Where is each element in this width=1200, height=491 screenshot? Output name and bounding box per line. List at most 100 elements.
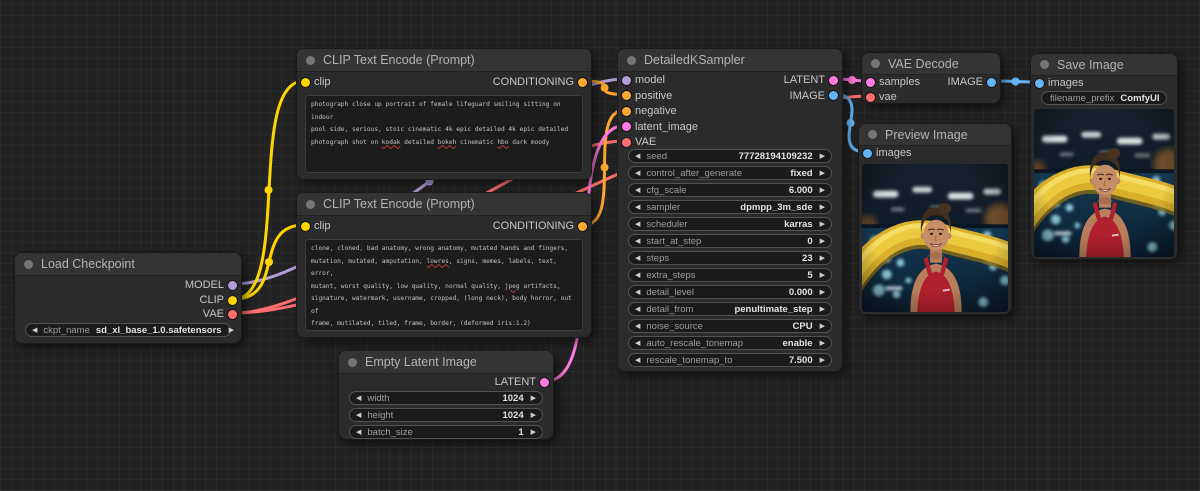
detail-level-widget[interactable]: ◀detail_level0.000▶ xyxy=(628,285,832,299)
node-header[interactable]: DetailedKSampler xyxy=(618,49,842,72)
port-clip-input[interactable] xyxy=(301,222,310,231)
node-header[interactable]: CLIP Text Encode (Prompt) xyxy=(297,193,591,216)
collapse-dot-icon[interactable] xyxy=(306,56,315,65)
node-header[interactable]: CLIP Text Encode (Prompt) xyxy=(297,49,591,72)
filename-prefix-widget[interactable]: filename_prefix ComfyUI xyxy=(1041,91,1167,105)
port-images-input[interactable] xyxy=(1035,79,1044,88)
decrement-arrow-icon[interactable]: ◀ xyxy=(635,238,640,245)
port-image-output[interactable] xyxy=(987,78,996,87)
port-images-input[interactable] xyxy=(863,149,872,158)
node-header[interactable]: VAE Decode xyxy=(862,53,1000,75)
increment-arrow-icon[interactable]: ▶ xyxy=(229,327,234,334)
node-header[interactable]: Preview Image xyxy=(859,124,1011,146)
port-positive-input[interactable] xyxy=(622,91,631,100)
decrement-arrow-icon[interactable]: ◀ xyxy=(635,221,640,228)
increment-arrow-icon[interactable]: ▶ xyxy=(820,323,825,330)
port-image-output[interactable] xyxy=(829,91,838,100)
port-label-vae: VAE xyxy=(203,308,224,320)
decrement-arrow-icon[interactable]: ◀ xyxy=(635,272,640,279)
decrement-arrow-icon[interactable]: ◀ xyxy=(356,429,361,436)
decrement-arrow-icon[interactable]: ◀ xyxy=(635,323,640,330)
decrement-arrow-icon[interactable]: ◀ xyxy=(635,153,640,160)
ckpt-name-widget[interactable]: ◀ ckpt_name sd_xl_base_1.0.safetensors ▶ xyxy=(25,323,231,337)
increment-arrow-icon[interactable]: ▶ xyxy=(820,357,825,364)
increment-arrow-icon[interactable]: ▶ xyxy=(820,289,825,296)
collapse-dot-icon[interactable] xyxy=(627,56,636,65)
port-model-input[interactable] xyxy=(622,76,631,85)
node-detailed-ksampler[interactable]: DetailedKSampler model LATENT positive I… xyxy=(617,48,843,372)
port-latent-output[interactable] xyxy=(829,76,838,85)
collapse-dot-icon[interactable] xyxy=(868,130,877,139)
increment-arrow-icon[interactable]: ▶ xyxy=(820,306,825,313)
negative-prompt-textarea[interactable]: clone, cloned, bad anatomy, wrong anatom… xyxy=(305,239,583,331)
noise-source-widget[interactable]: ◀noise_sourceCPU▶ xyxy=(628,319,832,333)
increment-arrow-icon[interactable]: ▶ xyxy=(820,340,825,347)
port-negative-input[interactable] xyxy=(622,107,631,116)
increment-arrow-icon[interactable]: ▶ xyxy=(531,412,536,419)
port-latent-output[interactable] xyxy=(540,378,549,387)
node-graph-canvas[interactable]: Load Checkpoint MODEL CLIP VAE ◀ ckpt_na… xyxy=(0,0,1200,491)
prompt-textarea[interactable]: photograph close up portrait of female l… xyxy=(305,95,583,173)
increment-arrow-icon[interactable]: ▶ xyxy=(820,221,825,228)
steps-widget[interactable]: ◀steps23▶ xyxy=(628,251,832,265)
collapse-dot-icon[interactable] xyxy=(306,200,315,209)
node-header[interactable]: Save Image xyxy=(1031,54,1177,76)
port-clip-input[interactable] xyxy=(301,78,310,87)
collapse-dot-icon[interactable] xyxy=(871,59,880,68)
width-widget[interactable]: ◀ width 1024 ▶ xyxy=(349,391,543,405)
auto-rescale-tonemap-widget[interactable]: ◀auto_rescale_tonemapenable▶ xyxy=(628,336,832,350)
increment-arrow-icon[interactable]: ▶ xyxy=(531,429,536,436)
node-clip-text-encode-negative[interactable]: CLIP Text Encode (Prompt) clip CONDITION… xyxy=(296,192,592,338)
decrement-arrow-icon[interactable]: ◀ xyxy=(635,187,640,194)
collapse-dot-icon[interactable] xyxy=(1040,60,1049,69)
port-vae-input[interactable] xyxy=(866,93,875,102)
node-preview-image[interactable]: Preview Image images xyxy=(858,123,1012,315)
increment-arrow-icon[interactable]: ▶ xyxy=(531,395,536,402)
sampler-widget[interactable]: ◀samplerdpmpp_3m_sde▶ xyxy=(628,200,832,214)
node-load-checkpoint[interactable]: Load Checkpoint MODEL CLIP VAE ◀ ckpt_na… xyxy=(14,252,242,344)
port-vae-input[interactable] xyxy=(622,138,631,147)
decrement-arrow-icon[interactable]: ◀ xyxy=(635,357,640,364)
increment-arrow-icon[interactable]: ▶ xyxy=(820,204,825,211)
scheduler-widget[interactable]: ◀schedulerkarras▶ xyxy=(628,217,832,231)
decrement-arrow-icon[interactable]: ◀ xyxy=(635,204,640,211)
increment-arrow-icon[interactable]: ▶ xyxy=(820,187,825,194)
seed-widget[interactable]: ◀seed77728194109232▶ xyxy=(628,149,832,163)
rescale-tonemap-to-widget[interactable]: ◀rescale_tonemap_to7.500▶ xyxy=(628,353,832,367)
port-conditioning-output[interactable] xyxy=(578,78,587,87)
decrement-arrow-icon[interactable]: ◀ xyxy=(635,306,640,313)
port-samples-input[interactable] xyxy=(866,78,875,87)
decrement-arrow-icon[interactable]: ◀ xyxy=(635,255,640,262)
extra-steps-widget[interactable]: ◀extra_steps5▶ xyxy=(628,268,832,282)
port-conditioning-output[interactable] xyxy=(578,222,587,231)
decrement-arrow-icon[interactable]: ◀ xyxy=(356,395,361,402)
node-save-image[interactable]: Save Image images filename_prefix ComfyU… xyxy=(1030,53,1178,260)
port-vae-output[interactable] xyxy=(228,310,237,319)
cfg-scale-widget[interactable]: ◀cfg_scale6.000▶ xyxy=(628,183,832,197)
collapse-dot-icon[interactable] xyxy=(24,260,33,269)
batch-size-widget[interactable]: ◀ batch_size 1 ▶ xyxy=(349,425,543,439)
decrement-arrow-icon[interactable]: ◀ xyxy=(635,170,640,177)
node-empty-latent-image[interactable]: Empty Latent Image LATENT ◀ width 1024 ▶… xyxy=(338,350,554,440)
detail-from-widget[interactable]: ◀detail_frompenultimate_step▶ xyxy=(628,302,832,316)
node-clip-text-encode-positive[interactable]: CLIP Text Encode (Prompt) clip CONDITION… xyxy=(296,48,592,180)
increment-arrow-icon[interactable]: ▶ xyxy=(820,272,825,279)
port-latent-image-input[interactable] xyxy=(622,122,631,131)
increment-arrow-icon[interactable]: ▶ xyxy=(820,153,825,160)
control-after-generate-widget[interactable]: ◀control_after_generatefixed▶ xyxy=(628,166,832,180)
node-header[interactable]: Empty Latent Image xyxy=(339,351,553,374)
decrement-arrow-icon[interactable]: ◀ xyxy=(32,327,37,334)
height-widget[interactable]: ◀ height 1024 ▶ xyxy=(349,408,543,422)
decrement-arrow-icon[interactable]: ◀ xyxy=(356,412,361,419)
start-at-step-widget[interactable]: ◀start_at_step0▶ xyxy=(628,234,832,248)
increment-arrow-icon[interactable]: ▶ xyxy=(820,170,825,177)
decrement-arrow-icon[interactable]: ◀ xyxy=(635,289,640,296)
port-model-output[interactable] xyxy=(228,281,237,290)
node-vae-decode[interactable]: VAE Decode samples IMAGE vae xyxy=(861,52,1001,104)
node-header[interactable]: Load Checkpoint xyxy=(15,253,241,276)
collapse-dot-icon[interactable] xyxy=(348,358,357,367)
decrement-arrow-icon[interactable]: ◀ xyxy=(635,340,640,347)
increment-arrow-icon[interactable]: ▶ xyxy=(820,255,825,262)
increment-arrow-icon[interactable]: ▶ xyxy=(820,238,825,245)
port-clip-output[interactable] xyxy=(228,296,237,305)
